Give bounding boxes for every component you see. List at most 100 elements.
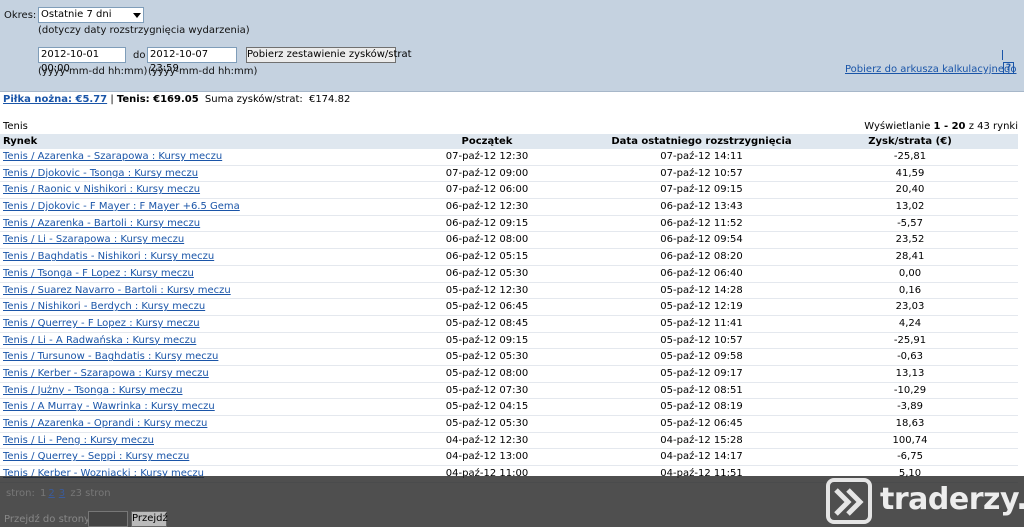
from-format-hint: (yyyy-mm-dd hh:mm)	[38, 66, 148, 77]
settled-date: 06-paź-12 06:40	[660, 267, 743, 279]
table-row: Tenis / Azarenka - Szarapowa : Kursy mec…	[0, 149, 1018, 166]
watermark-logo-text: traderzy.pl	[880, 482, 1024, 517]
start-date: 04-paź-12 13:00	[445, 451, 529, 463]
start-date: 06-paź-12 12:30	[445, 201, 529, 213]
profit-loss-value: 100,74	[892, 434, 928, 446]
settled-date: 05-paź-12 09:58	[660, 351, 743, 363]
profit-loss-value: 20,40	[895, 184, 925, 196]
profit-loss-value: -10,29	[893, 384, 927, 396]
column-header-market[interactable]: Rynek	[3, 134, 37, 149]
market-link[interactable]: Tenis / Nishikori - Berdych : Kursy mecz…	[3, 299, 205, 315]
market-link[interactable]: Tenis / Querrey - Seppi : Kursy meczu	[3, 449, 189, 465]
page-link[interactable]: 1	[40, 488, 46, 499]
total-label: Suma zysków/strat:	[204, 94, 303, 105]
market-link[interactable]: Tenis / Baghdatis - Nishikori : Kursy me…	[3, 249, 214, 265]
start-date: 05-paź-12 05:30	[445, 351, 529, 363]
table-row: Tenis / Azarenka - Bartoli : Kursy meczu…	[0, 216, 1018, 233]
profit-loss-value: 41,59	[895, 167, 925, 179]
start-date: 07-paź-12 06:00	[445, 184, 529, 196]
settled-date: 05-paź-12 08:51	[660, 384, 743, 396]
goto-page-label: Przejdź do strony:	[4, 514, 93, 525]
market-link[interactable]: Tenis / Querrey - F Lopez : Kursy meczu	[3, 316, 200, 332]
profit-loss-value: 23,03	[895, 301, 925, 313]
summary-line: Piłka nożna: €5.77 | Tenis: €169.05 Suma…	[3, 94, 350, 105]
goto-page-button[interactable]: Przejdź	[131, 511, 168, 527]
start-date: 06-paź-12 05:15	[445, 251, 529, 263]
start-date: 05-paź-12 04:15	[445, 401, 529, 413]
period-label: Okres:	[4, 10, 37, 21]
table-row: Tenis / Suarez Navarro - Bartoli : Kursy…	[0, 283, 1018, 300]
settled-date: 06-paź-12 09:54	[660, 234, 743, 246]
settled-date: 04-paź-12 15:28	[660, 434, 743, 446]
table-body: Tenis / Azarenka - Szarapowa : Kursy mec…	[0, 149, 1018, 483]
settled-date: 05-paź-12 12:19	[660, 301, 743, 313]
section-title: Tenis	[3, 121, 28, 132]
profit-loss-value: 13,13	[895, 367, 925, 379]
market-link[interactable]: Tenis / Li - Szarapowa : Kursy meczu	[3, 232, 184, 248]
football-total-link[interactable]: Piłka nożna: €5.77	[3, 94, 107, 105]
period-select[interactable]: Ostatnie 7 dni	[38, 7, 144, 23]
market-link[interactable]: Tenis / Li - A Radwańska : Kursy meczu	[3, 333, 196, 349]
chevron-down-icon[interactable]	[133, 13, 141, 18]
profit-loss-value: -5,57	[897, 217, 923, 229]
table-header: Rynek Początek Data ostatniego rozstrzyg…	[0, 134, 1018, 149]
table-row: Tenis / Jużny - Tsonga : Kursy meczu 05-p…	[0, 383, 1018, 400]
market-link[interactable]: Tenis / Djokovic - F Mayer : F Mayer +6.…	[3, 199, 240, 215]
market-link[interactable]: Tenis / Azarenka - Szarapowa : Kursy mec…	[3, 149, 222, 165]
profit-loss-value: -6,75	[897, 451, 923, 463]
table-row: Tenis / Raonic v Nishikori : Kursy meczu…	[0, 182, 1018, 200]
market-link[interactable]: Tenis / Jużny - Tsonga : Kursy meczu	[3, 383, 183, 399]
results-suffix: z 43 rynki	[968, 121, 1018, 132]
profit-loss-value: 23,52	[895, 234, 925, 246]
logo-icon	[826, 478, 872, 524]
start-date: 06-paź-12 08:00	[445, 234, 529, 246]
to-date-input[interactable]: 2012-10-07 23:59	[147, 47, 237, 74]
settled-date: 07-paź-12 14:11	[660, 151, 743, 162]
fetch-profit-loss-button[interactable]: Pobierz zestawienie zysków/strat	[246, 47, 412, 63]
from-date-input[interactable]: 2012-10-01 00:00	[38, 47, 126, 74]
settled-date: 07-paź-12 09:15	[660, 184, 743, 196]
settled-date: 07-paź-12 10:57	[660, 167, 743, 179]
table-row: Tenis / Nishikori - Berdych : Kursy mecz…	[0, 299, 1018, 316]
market-link[interactable]: Tenis / A Murray - Wawrinka : Kursy mecz…	[3, 399, 215, 415]
profit-loss-value: -25,81	[893, 151, 927, 162]
results-prefix: Wyświetlanie	[864, 121, 931, 132]
settled-date: 06-paź-12 11:52	[660, 217, 743, 229]
summary-separator: |	[110, 94, 114, 105]
table-row: Tenis / Kerber - Szarapowa : Kursy meczu…	[0, 366, 1018, 383]
settled-date: 06-paź-12 08:20	[660, 251, 743, 263]
start-date: 05-paź-12 08:45	[445, 317, 529, 329]
download-spreadsheet-link[interactable]: Pobierz do arkusza kalkulacyjnego	[845, 64, 1016, 75]
market-link[interactable]: Tenis / Tursunow - Baghdatis : Kursy mec…	[3, 349, 218, 365]
market-link[interactable]: Tenis / Kerber - Szarapowa : Kursy meczu	[3, 366, 209, 382]
page-link[interactable]: 3	[59, 488, 65, 499]
column-header-start[interactable]: Początek	[400, 134, 574, 149]
market-link[interactable]: Tenis / Suarez Navarro - Bartoli : Kursy…	[3, 283, 231, 299]
column-header-profit-loss[interactable]: Zysk/strata (€)	[820, 134, 1000, 149]
market-link[interactable]: Tenis / Li - Peng : Kursy meczu	[3, 433, 154, 449]
to-label: do	[133, 50, 146, 61]
help-icon[interactable]: ?	[1003, 62, 1014, 74]
goto-page-input[interactable]	[88, 511, 128, 527]
table-row: Tenis / Djokovic - F Mayer : F Mayer +6.…	[0, 199, 1018, 216]
settled-date: 05-paź-12 08:19	[660, 401, 743, 413]
table-row: Tenis / Li - Szarapowa : Kursy meczu 06-p…	[0, 232, 1018, 250]
total-value: €174.82	[308, 94, 351, 105]
settled-date: 05-paź-12 06:45	[660, 418, 743, 429]
market-link[interactable]: Tenis / Djokovic - Tsonga : Kursy meczu	[3, 166, 198, 182]
start-date: 06-paź-12 09:15	[445, 217, 529, 229]
profit-loss-value: -0,63	[897, 351, 923, 363]
profit-loss-value: 13,02	[895, 201, 925, 213]
market-link[interactable]: Tenis / Azarenka - Oprandi : Kursy meczu	[3, 416, 207, 432]
page-link[interactable]: 2	[48, 488, 54, 499]
profit-loss-value: -3,89	[897, 401, 923, 413]
market-link[interactable]: Tenis / Azarenka - Bartoli : Kursy meczu	[3, 216, 200, 232]
results-range: 1 - 20	[933, 121, 966, 132]
start-date: 06-paź-12 05:30	[445, 267, 529, 279]
settled-date: 05-paź-12 11:41	[660, 317, 743, 329]
pager: stron: 123 z3 stron	[6, 488, 111, 499]
start-date: 05-paź-12 06:45	[445, 301, 529, 313]
market-link[interactable]: Tenis / Tsonga - F Lopez : Kursy meczu	[3, 266, 194, 282]
market-link[interactable]: Tenis / Raonic v Nishikori : Kursy meczu	[3, 182, 200, 198]
column-header-settled[interactable]: Data ostatniego rozstrzygnięcia	[594, 134, 809, 149]
